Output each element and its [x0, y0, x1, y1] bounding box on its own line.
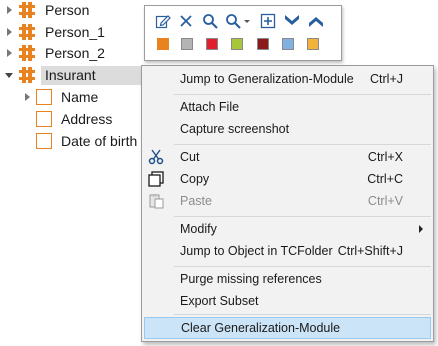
class-icon — [19, 67, 35, 83]
menu-item-capture-screenshot[interactable]: Capture screenshot — [144, 118, 431, 140]
menu-separator — [174, 266, 431, 267]
collapse-all-icon[interactable] — [307, 12, 325, 30]
menu-separator — [174, 216, 431, 217]
menu-item-purge-missing-references[interactable]: Purge missing references — [144, 268, 431, 290]
mini-toolbar — [144, 5, 342, 61]
zoom-dropdown-icon[interactable] — [225, 12, 251, 30]
tree-node-label: Insurant — [41, 65, 151, 85]
menu-item-clear-generalization[interactable]: Clear Generalization-Module — [144, 317, 431, 339]
menu-item-jump-tcfolder[interactable]: Jump to Object in TCFolder Ctrl+Shift+J — [144, 240, 431, 262]
expand-arrow-icon[interactable] — [4, 5, 14, 15]
scissors-icon — [148, 149, 164, 165]
submenu-arrow-icon — [419, 225, 423, 233]
color-swatch-green[interactable] — [231, 38, 243, 50]
menu-item-shortcut: Ctrl+J — [370, 72, 403, 86]
menu-item-jump-generalization[interactable]: Jump to Generalization-Module Ctrl+J — [144, 68, 431, 90]
menu-item-label: Jump to Generalization-Module — [180, 72, 354, 86]
expand-arrow-icon[interactable] — [4, 48, 14, 58]
menu-item-cut[interactable]: Cut Ctrl+X — [144, 146, 431, 168]
menu-item-shortcut: Ctrl+C — [367, 172, 403, 186]
menu-item-label: Capture screenshot — [180, 122, 290, 136]
tree-attribute-date-of-birth[interactable]: Date of birth — [36, 131, 141, 151]
menu-item-label: Jump to Object in TCFolder — [180, 244, 333, 258]
class-icon — [19, 45, 35, 61]
edit-icon[interactable] — [154, 12, 172, 30]
menu-item-shortcut: Ctrl+V — [367, 194, 403, 208]
tree-attribute-name[interactable]: Name — [22, 87, 102, 107]
tree-attribute-label: Address — [61, 110, 113, 127]
color-swatch-blue[interactable] — [282, 38, 294, 50]
delete-icon[interactable] — [177, 12, 195, 30]
paste-icon — [148, 193, 164, 209]
menu-item-label: Export Subset — [180, 294, 259, 308]
menu-item-label: Clear Generalization-Module — [181, 321, 341, 335]
menu-item-shortcut: Ctrl+Shift+J — [337, 244, 403, 258]
class-icon — [19, 24, 35, 40]
add-icon[interactable] — [259, 12, 277, 30]
menu-item-export-subset[interactable]: Export Subset — [144, 290, 431, 312]
copy-icon — [148, 171, 164, 187]
menu-item-label: Copy — [180, 172, 210, 186]
expand-arrow-icon[interactable] — [22, 92, 32, 102]
tree-attribute-address[interactable]: Address — [36, 109, 116, 129]
attribute-icon — [36, 111, 52, 127]
tree-node-label: Person_2 — [45, 44, 105, 61]
tree-node-label: Person — [45, 1, 90, 18]
tree-node-person-1[interactable]: Person_1 — [4, 22, 109, 42]
collapse-arrow-icon[interactable] — [4, 70, 14, 80]
menu-separator — [174, 144, 431, 145]
color-swatch-red[interactable] — [206, 38, 218, 50]
expand-all-icon[interactable] — [283, 12, 301, 30]
expand-arrow-icon[interactable] — [4, 27, 14, 37]
tree-node-person[interactable]: Person — [4, 0, 93, 20]
color-swatch-orange[interactable] — [157, 38, 169, 50]
color-swatch-yellow[interactable] — [307, 38, 319, 50]
menu-item-label: Paste — [180, 194, 212, 208]
zoom-in-icon[interactable] — [201, 12, 219, 30]
context-menu: Jump to Generalization-Module Ctrl+J Att… — [141, 65, 434, 342]
tree-node-label: Person_1 — [45, 23, 105, 40]
menu-item-copy[interactable]: Copy Ctrl+C — [144, 168, 431, 190]
color-swatch-dark-red[interactable] — [257, 38, 269, 50]
menu-separator — [174, 94, 431, 95]
menu-separator — [174, 314, 431, 315]
attribute-icon — [36, 133, 52, 149]
class-icon — [19, 2, 35, 18]
menu-item-paste[interactable]: Paste Ctrl+V — [144, 190, 431, 212]
attribute-icon — [36, 89, 52, 105]
tree-attribute-label: Name — [61, 88, 99, 105]
menu-item-attach-file[interactable]: Attach File — [144, 96, 431, 118]
menu-item-label: Modify — [180, 222, 217, 236]
menu-item-label: Attach File — [180, 100, 240, 114]
tree-node-person-2[interactable]: Person_2 — [4, 43, 109, 63]
tree-attribute-label: Date of birth — [61, 132, 138, 149]
menu-item-label: Cut — [180, 150, 200, 164]
menu-item-label: Purge missing references — [180, 272, 322, 286]
tree-node-insurant[interactable]: Insurant — [4, 65, 151, 85]
color-swatch-gray[interactable] — [181, 38, 193, 50]
menu-item-shortcut: Ctrl+X — [367, 150, 403, 164]
menu-item-modify[interactable]: Modify — [144, 218, 431, 240]
